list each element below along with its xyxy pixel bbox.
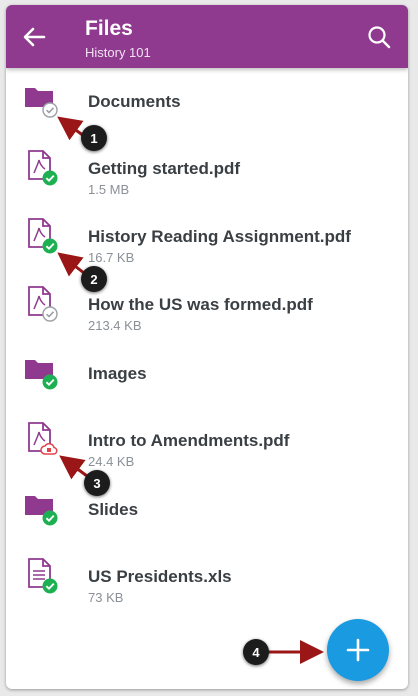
list-item-how-the-us[interactable]: How the US was formed.pdf 213.4 KB — [6, 272, 408, 340]
callout-badge-3: 3 — [84, 470, 110, 496]
file-name: History Reading Assignment.pdf — [88, 227, 351, 246]
file-name: How the US was formed.pdf — [88, 295, 313, 314]
file-name: Intro to Amendments.pdf — [88, 431, 290, 450]
synced-check-icon — [42, 374, 58, 390]
synced-check-icon — [42, 510, 58, 526]
file-size: 1.5 MB — [88, 182, 130, 197]
file-name: Slides — [88, 500, 139, 519]
plus-icon — [346, 638, 370, 662]
unsynced-check-icon — [42, 102, 58, 118]
app-window: Files History 101 Documents Getting star… — [6, 5, 408, 689]
list-item-history-reading[interactable]: History Reading Assignment.pdf 16.7 KB — [6, 204, 408, 272]
page-subtitle: History 101 — [85, 45, 151, 60]
file-name: Getting started.pdf — [88, 159, 241, 178]
file-size: 24.4 KB — [88, 454, 135, 469]
file-name: Images — [88, 364, 147, 383]
page-title: Files — [85, 17, 133, 40]
file-size: 73 KB — [88, 590, 124, 605]
cloud-error-icon — [40, 443, 58, 455]
add-file-button[interactable] — [327, 619, 389, 681]
callout-badge-1: 1 — [81, 125, 107, 151]
list-item-intro-amendments[interactable]: Intro to Amendments.pdf 24.4 KB — [6, 408, 408, 476]
callout-badge-2: 2 — [81, 266, 107, 292]
list-item-images[interactable]: Images — [6, 340, 408, 408]
list-item-us-presidents[interactable]: US Presidents.xls 73 KB — [6, 544, 408, 612]
list-item-getting-started[interactable]: Getting started.pdf 1.5 MB — [6, 136, 408, 204]
synced-check-icon — [42, 238, 58, 254]
back-arrow-icon[interactable] — [20, 23, 48, 51]
synced-check-icon — [42, 578, 58, 594]
callout-badge-4: 4 — [243, 639, 269, 665]
unsynced-check-icon — [42, 306, 58, 322]
file-name: US Presidents.xls — [88, 567, 232, 586]
search-icon[interactable] — [366, 24, 392, 50]
file-size: 16.7 KB — [88, 250, 135, 265]
file-size: 213.4 KB — [88, 318, 142, 333]
list-item-slides[interactable]: Slides — [6, 476, 408, 544]
app-bar: Files History 101 — [6, 5, 408, 68]
synced-check-icon — [42, 170, 58, 186]
list-item-documents[interactable]: Documents — [6, 68, 408, 136]
file-name: Documents — [88, 92, 181, 111]
